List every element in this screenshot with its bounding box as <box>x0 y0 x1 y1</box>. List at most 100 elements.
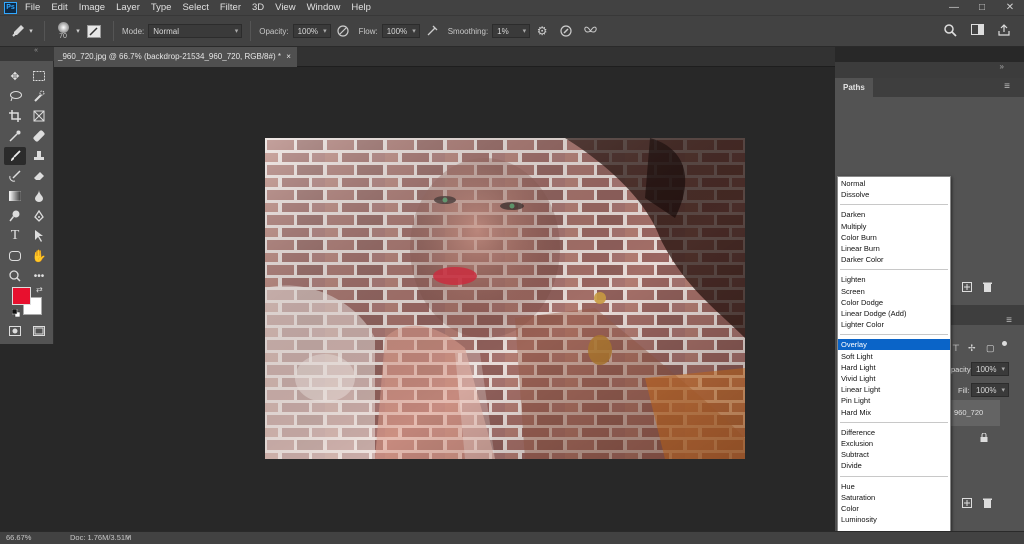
gradient-tool-icon[interactable] <box>4 187 26 205</box>
panel-menu-icon[interactable]: ≡ <box>1006 315 1012 326</box>
dodge-tool-icon[interactable] <box>4 207 26 225</box>
eyedropper-tool-icon[interactable] <box>4 127 26 145</box>
lock-artboard-icon[interactable]: ▢ <box>986 343 995 354</box>
blend-mode-option[interactable]: Linear Dodge (Add) <box>838 308 950 319</box>
blend-mode-option[interactable]: Darker Color <box>838 254 950 265</box>
search-icon[interactable] <box>944 24 957 37</box>
pen-tool-icon[interactable] <box>28 207 50 225</box>
marquee-tool-icon[interactable] <box>28 67 50 85</box>
blend-mode-option[interactable]: Hue <box>838 481 950 492</box>
hand-tool-icon[interactable]: ✋ <box>28 247 50 265</box>
brush-size-picker[interactable]: 70 <box>53 22 73 40</box>
tab-close-icon[interactable]: × <box>286 52 291 61</box>
lock-transparent-icon[interactable]: ⊤ <box>952 343 960 354</box>
default-colors-icon[interactable] <box>11 308 21 318</box>
pressure-opacity-icon[interactable] <box>331 25 355 37</box>
blend-mode-option[interactable]: Luminosity <box>838 514 950 525</box>
quick-select-tool-icon[interactable] <box>28 87 50 105</box>
menu-image[interactable]: Image <box>79 2 105 13</box>
share-icon[interactable] <box>998 24 1010 36</box>
stamp-tool-icon[interactable] <box>28 147 50 165</box>
delete-layer-icon[interactable] <box>983 498 992 510</box>
close-window-button[interactable]: ✕ <box>996 0 1024 15</box>
blend-mode-option[interactable]: Lighten <box>838 274 950 285</box>
mode-dropdown[interactable]: Normal ▾ <box>148 24 243 38</box>
healing-brush-tool-icon[interactable] <box>28 127 50 145</box>
menu-help[interactable]: Help <box>351 2 371 13</box>
menu-edit[interactable]: Edit <box>51 2 67 13</box>
opacity-field[interactable]: 100% ▾ <box>292 24 331 38</box>
menu-filter[interactable]: Filter <box>220 2 241 13</box>
brush-preset-icon[interactable] <box>10 24 26 38</box>
blend-mode-option[interactable]: Subtract <box>838 449 950 460</box>
blend-mode-option[interactable]: Color Dodge <box>838 297 950 308</box>
toolbar-collapse[interactable]: « <box>0 47 54 61</box>
blend-mode-option[interactable]: Linear Burn <box>838 243 950 254</box>
blend-mode-option[interactable]: Hard Mix <box>838 407 950 418</box>
menu-file[interactable]: File <box>25 2 40 13</box>
minimize-button[interactable]: — <box>940 0 968 15</box>
gear-icon[interactable]: ⚙ <box>530 24 554 38</box>
lock-all-icon[interactable] <box>1002 341 1007 346</box>
tab-paths[interactable]: Paths <box>835 78 873 97</box>
zoom-level[interactable]: 66.67% <box>6 533 31 542</box>
menu-layer[interactable]: Layer <box>116 2 140 13</box>
zoom-tool-icon[interactable] <box>4 267 26 285</box>
eraser-tool-icon[interactable] <box>28 167 50 185</box>
menu-3d[interactable]: 3D <box>252 2 264 13</box>
swap-colors-icon[interactable]: ⇄ <box>36 285 43 294</box>
move-tool-icon[interactable]: ✥ <box>4 67 26 85</box>
blend-mode-option[interactable]: Screen <box>838 286 950 297</box>
blend-mode-option[interactable]: Exclusion <box>838 438 950 449</box>
layer-row[interactable]: 960_720 <box>950 400 1000 426</box>
brush-settings-icon[interactable] <box>83 24 105 38</box>
blend-mode-option[interactable]: Normal <box>838 178 950 189</box>
shape-tool-icon[interactable] <box>4 247 26 265</box>
blend-mode-option[interactable]: Saturation <box>838 492 950 503</box>
foreground-color-swatch[interactable] <box>12 287 31 305</box>
blend-mode-option[interactable]: Hard Light <box>838 362 950 373</box>
frame-tool-icon[interactable] <box>28 107 50 125</box>
quick-mask-icon[interactable] <box>4 322 26 340</box>
status-expand-icon[interactable]: › <box>127 532 130 541</box>
blend-mode-option[interactable]: Dissolve <box>838 189 950 200</box>
layer-fill-field[interactable]: 100% ▾ <box>971 383 1009 397</box>
brush-tool-icon[interactable] <box>4 147 26 165</box>
path-selection-tool-icon[interactable] <box>28 227 50 245</box>
delete-path-icon[interactable] <box>983 282 992 294</box>
blend-mode-dropdown-list[interactable]: Normal Dissolve Darken Multiply Color Burn Li… <box>837 176 951 538</box>
blend-mode-option[interactable]: Lighter Color <box>838 319 950 330</box>
dock-collapse[interactable]: » <box>835 62 1024 78</box>
blend-mode-option[interactable]: Difference <box>838 427 950 438</box>
menu-select[interactable]: Select <box>182 2 208 13</box>
blend-mode-option[interactable]: Darken <box>838 209 950 220</box>
more-tools-icon[interactable]: ••• <box>28 267 50 285</box>
smoothing-field[interactable]: 1% ▾ <box>492 24 531 38</box>
workspace-icon[interactable] <box>971 24 984 36</box>
menu-type[interactable]: Type <box>151 2 172 13</box>
blend-mode-option[interactable]: Pin Light <box>838 395 950 406</box>
menu-window[interactable]: Window <box>307 2 341 13</box>
lock-position-icon[interactable]: ✢ <box>968 343 976 354</box>
document-size-info[interactable]: Doc: 1.76M/3.51M <box>70 533 131 542</box>
symmetry-butterfly-icon[interactable] <box>578 25 602 37</box>
blend-mode-option[interactable]: Linear Light <box>838 384 950 395</box>
artwork-canvas[interactable] <box>265 138 745 459</box>
panel-menu-icon[interactable]: ≡ <box>1004 81 1010 92</box>
blend-mode-option[interactable]: Vivid Light <box>838 373 950 384</box>
lasso-tool-icon[interactable] <box>4 87 26 105</box>
blend-mode-option[interactable]: Divide <box>838 460 950 471</box>
crop-tool-icon[interactable] <box>4 107 26 125</box>
blur-tool-icon[interactable] <box>28 187 50 205</box>
new-layer-icon[interactable] <box>962 498 972 510</box>
pressure-size-icon[interactable] <box>554 25 578 37</box>
flow-field[interactable]: 100% ▾ <box>381 24 420 38</box>
layer-opacity-field[interactable]: 100% ▾ <box>971 362 1009 376</box>
blend-mode-option[interactable]: Color <box>838 503 950 514</box>
menu-view[interactable]: View <box>275 2 295 13</box>
blend-mode-option[interactable]: Color Burn <box>838 232 950 243</box>
chevron-down-icon[interactable]: ▾ <box>26 27 36 35</box>
airbrush-icon[interactable] <box>420 25 444 37</box>
new-path-icon[interactable] <box>962 282 972 294</box>
blend-mode-option[interactable]: Multiply <box>838 221 950 232</box>
